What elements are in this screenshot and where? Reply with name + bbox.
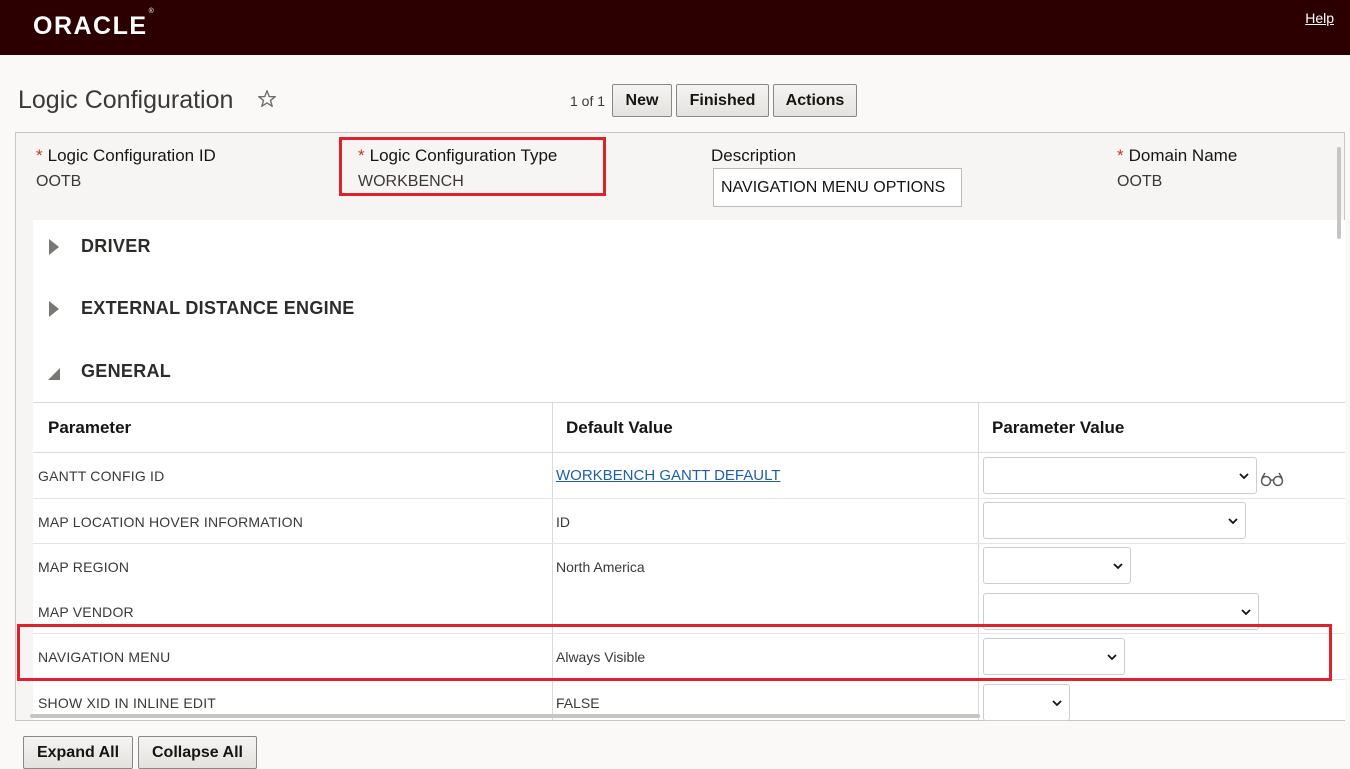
brand-bar: ORACLE® Help bbox=[0, 0, 1350, 55]
record-pager: 1 of 1 bbox=[570, 93, 606, 109]
chevron-down-icon bbox=[1228, 518, 1238, 525]
config-type-value: WORKBENCH bbox=[358, 173, 464, 190]
parameter-value-select[interactable] bbox=[983, 684, 1070, 721]
column-header-parameter-value: Parameter Value bbox=[992, 418, 1125, 437]
default-value: Always Visible bbox=[556, 649, 646, 665]
parameter-value-select[interactable] bbox=[983, 593, 1259, 630]
horizontal-scrollbar[interactable] bbox=[30, 714, 980, 718]
table-row: GANTT CONFIG ID WORKBENCH GANTT DEFAULT bbox=[33, 453, 1345, 499]
chevron-down-icon bbox=[1113, 563, 1123, 570]
lookup-glasses-icon[interactable] bbox=[1260, 470, 1284, 488]
actions-button[interactable]: Actions bbox=[773, 84, 857, 117]
domain-name-label: * Domain Name bbox=[1117, 146, 1238, 165]
logic-configuration-panel: * Logic Configuration ID OOTB * Logic Conf… bbox=[15, 132, 1345, 721]
config-id-label: * Logic Configuration ID bbox=[36, 146, 216, 165]
oracle-logo: ORACLE® bbox=[33, 7, 156, 40]
parameter-name: MAP VENDOR bbox=[38, 604, 134, 620]
table-row: NAVIGATION MENU Always Visible bbox=[33, 634, 1345, 680]
page-title: Logic Configuration bbox=[18, 86, 234, 114]
chevron-down-icon bbox=[1239, 473, 1249, 480]
parameter-value-select[interactable] bbox=[983, 547, 1131, 584]
chevron-down-icon bbox=[1052, 700, 1062, 707]
expand-triangle-icon bbox=[49, 239, 59, 255]
parameter-name: MAP REGION bbox=[38, 559, 130, 575]
description-label: Description bbox=[711, 146, 797, 165]
column-header-parameter: Parameter bbox=[48, 418, 132, 437]
parameter-name: SHOW XID IN INLINE EDIT bbox=[38, 695, 217, 711]
chevron-down-icon bbox=[1107, 654, 1117, 661]
collapse-all-button[interactable]: Collapse All bbox=[138, 736, 257, 769]
parameter-name: NAVIGATION MENU bbox=[38, 649, 171, 665]
section-general[interactable]: GENERAL bbox=[47, 357, 347, 387]
default-value: North America bbox=[556, 559, 645, 575]
parameter-value-select[interactable] bbox=[983, 457, 1257, 494]
chevron-down-icon bbox=[1241, 609, 1251, 616]
help-link[interactable]: Help bbox=[1305, 10, 1334, 26]
description-input[interactable] bbox=[713, 168, 962, 207]
config-id-value: OOTB bbox=[36, 173, 82, 190]
default-value: FALSE bbox=[556, 695, 600, 711]
parameter-value-select[interactable] bbox=[983, 638, 1125, 675]
parameter-value-select[interactable] bbox=[983, 502, 1246, 539]
section-external-distance-engine[interactable]: EXTERNAL DISTANCE ENGINE bbox=[47, 294, 387, 324]
table-row: MAP LOCATION HOVER INFORMATION ID bbox=[33, 499, 1345, 544]
parameter-sections: DRIVER EXTERNAL DISTANCE ENGINE GENERAL … bbox=[33, 220, 1345, 721]
new-button[interactable]: New bbox=[612, 84, 672, 117]
default-value-link[interactable]: WORKBENCH GANTT DEFAULT bbox=[556, 467, 780, 484]
expand-triangle-icon bbox=[49, 301, 59, 317]
default-value: ID bbox=[556, 514, 570, 530]
section-driver[interactable]: DRIVER bbox=[47, 232, 347, 262]
parameter-name: GANTT CONFIG ID bbox=[38, 468, 165, 484]
finished-button[interactable]: Finished bbox=[676, 84, 769, 117]
domain-name-value: OOTB bbox=[1117, 173, 1163, 190]
star-outline-icon[interactable] bbox=[256, 88, 278, 110]
config-type-label: * Logic Configuration Type bbox=[358, 146, 558, 165]
table-row: MAP VENDOR bbox=[33, 589, 1345, 634]
collapse-triangle-icon bbox=[48, 368, 60, 380]
vertical-scrollbar[interactable] bbox=[1337, 147, 1341, 239]
table-row: MAP REGION North America bbox=[33, 544, 1345, 589]
table-header: Parameter Default Value Parameter Value bbox=[33, 402, 1345, 453]
parameter-name: MAP LOCATION HOVER INFORMATION bbox=[38, 514, 304, 530]
expand-all-button[interactable]: Expand All bbox=[23, 736, 133, 769]
column-header-default-value: Default Value bbox=[566, 418, 673, 437]
